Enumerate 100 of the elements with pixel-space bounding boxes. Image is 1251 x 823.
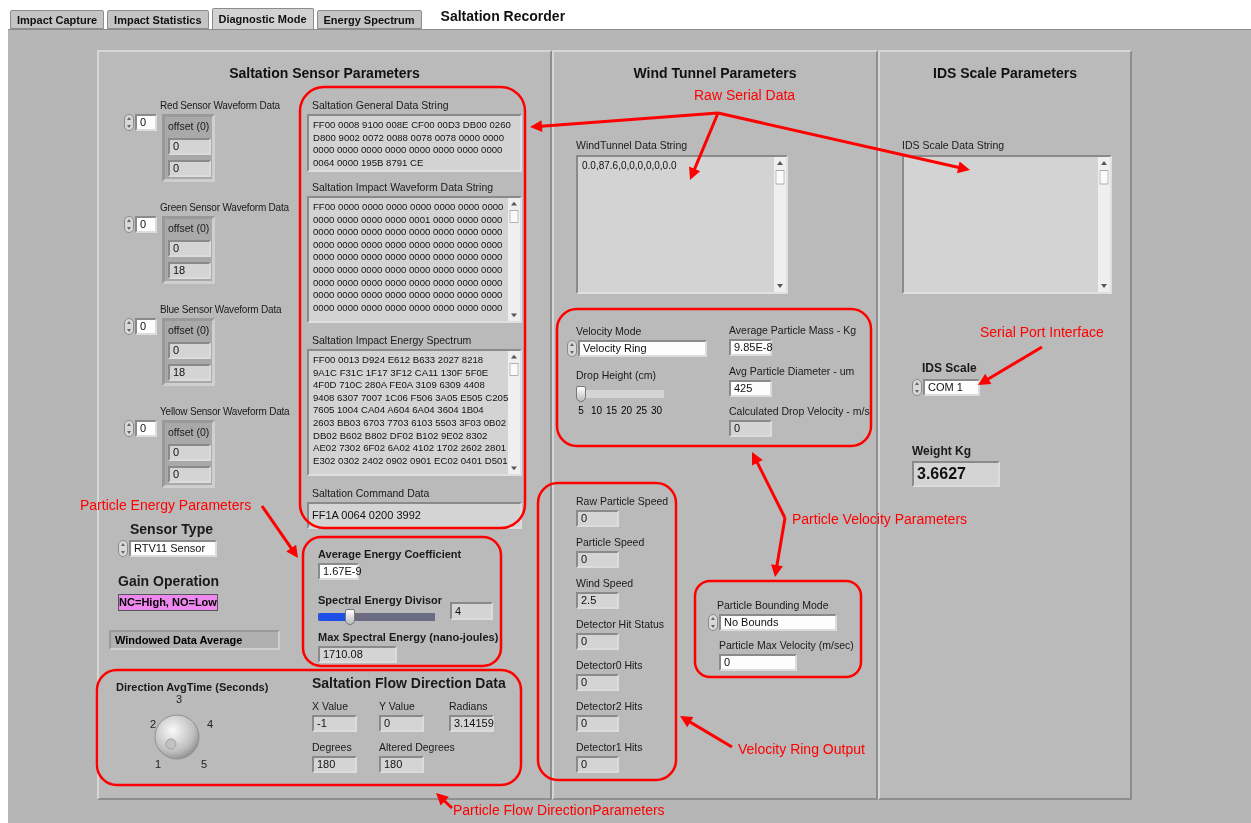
- tick-label: 5: [577, 405, 585, 416]
- spinner-arrows-icon[interactable]: [124, 318, 134, 335]
- data-line: 0.0,87.6,0,0,0,0,0,0.0: [582, 160, 678, 173]
- field-label: Drop Height (cm): [576, 368, 657, 382]
- spinner-arrows-icon[interactable]: [567, 340, 577, 357]
- field-label: Average Energy Coefficient: [318, 547, 462, 561]
- field-label: Detector0 Hits: [576, 658, 643, 672]
- value-field: 18: [168, 262, 211, 279]
- value-field: 0: [168, 240, 211, 257]
- spinner-arrows-icon[interactable]: [124, 420, 134, 437]
- field-label: IDS Scale: [921, 361, 978, 375]
- knob-tick-label: 2: [150, 718, 157, 730]
- spinner-arrows-icon[interactable]: [118, 540, 128, 557]
- knob-tick-label: 4: [207, 718, 214, 730]
- value-field[interactable]: 425: [729, 380, 772, 397]
- field-label: offset (0): [168, 323, 209, 337]
- panel-title: Wind Tunnel Parameters: [632, 64, 798, 81]
- value-field: 180: [312, 756, 357, 773]
- windowed-average-button[interactable]: Windowed Data Average: [109, 630, 280, 650]
- value-field: 3.14159: [449, 715, 494, 732]
- value-field: 0: [379, 715, 424, 732]
- field-label: Wind Speed: [576, 576, 634, 590]
- field-label: Sensor Type: [129, 522, 214, 536]
- field-label: offset (0): [168, 425, 209, 439]
- spinner-arrows-icon[interactable]: [124, 114, 134, 131]
- index-field[interactable]: 0: [135, 216, 157, 233]
- data-line: 4F0D 710C 280A FE0A 3109 6309 4408: [313, 379, 486, 392]
- value-field[interactable]: 1.67E-9: [318, 563, 359, 580]
- tab[interactable]: Diagnostic Mode: [211, 8, 314, 29]
- field-label: Direction AvgTime (Seconds): [116, 680, 269, 694]
- tick-label: 15: [606, 405, 616, 416]
- value-field: 0: [168, 160, 211, 177]
- field-label: Blue Sensor Waveform Data: [160, 303, 282, 317]
- value-field: 0: [576, 715, 619, 732]
- field-label: Average Particle Mass - Kg: [729, 323, 857, 337]
- knob-tick-label: 5: [201, 758, 208, 770]
- data-line: 0000 0000 0000 0000 0000 0000 0000 0000: [313, 144, 504, 157]
- tab[interactable]: Impact Capture: [10, 10, 105, 29]
- data-line: 0064 0000 195B 8791 CE: [313, 156, 425, 170]
- value-field: 4: [450, 602, 493, 620]
- value-field: 0: [576, 674, 619, 691]
- field-label: Yellow Sensor Waveform Data: [160, 405, 290, 419]
- field-label: Red Sensor Waveform Data: [160, 99, 280, 113]
- index-field[interactable]: 0: [135, 318, 157, 335]
- value-field: 0: [168, 138, 211, 155]
- field-label: Detector2 Hits: [576, 699, 643, 713]
- ring-selector[interactable]: Velocity Ring: [578, 340, 707, 357]
- callout-arrow: [680, 716, 733, 749]
- tick-label: 20: [621, 405, 631, 416]
- value-field[interactable]: 0: [719, 654, 797, 671]
- data-line: D800 9002 0072 0088 0078 0078 0000 0000: [313, 131, 505, 145]
- tab[interactable]: Impact Statistics: [107, 10, 209, 29]
- field-label: offset (0): [168, 221, 209, 235]
- spinner-arrows-icon[interactable]: [708, 614, 718, 631]
- field-label: Saltation Impact Waveform Data String: [311, 180, 495, 194]
- field-label: Green Sensor Waveform Data: [160, 201, 289, 215]
- value-field: 0: [168, 444, 211, 461]
- value-field[interactable]: 9.85E-8: [729, 339, 772, 356]
- data-line: AE02 7302 6F02 6A02 4102 1702 2602 2801: [313, 442, 504, 455]
- value-field: 18: [168, 364, 211, 381]
- value-field: 0: [729, 420, 772, 437]
- field-label: Particle Max Velocity (m/sec): [719, 638, 854, 652]
- panel-title: Saltation Sensor Parameters: [228, 64, 421, 81]
- value-field: FF1A 0064 0200 3992: [307, 502, 522, 529]
- field-label: Velocity Mode: [575, 324, 643, 338]
- data-line: 9A1C F31C 1F17 3F12 CA11 130F 5F0E: [313, 366, 490, 380]
- tick-label: 10: [591, 405, 601, 416]
- data-line: FF00 0000 0000 0000 0000 0000 0000 0000: [313, 201, 504, 214]
- gain-toggle-button[interactable]: NC=High, NO=Low: [118, 594, 218, 611]
- data-line: 0000 0000 0000 0000 0000 0000 0000 0000: [313, 301, 504, 315]
- index-field[interactable]: 0: [135, 114, 157, 131]
- slider-thumb[interactable]: [344, 609, 355, 625]
- value-field: 0: [168, 342, 211, 359]
- ring-selector[interactable]: No Bounds: [719, 614, 837, 631]
- field-label: Detector Hit Status: [576, 617, 665, 631]
- annotation-label: Velocity Ring Output: [738, 741, 865, 757]
- field-label: Y Value: [379, 699, 416, 713]
- knob[interactable]: [154, 714, 200, 760]
- ring-selector[interactable]: COM 1: [923, 379, 980, 396]
- weight-field: 3.6627: [912, 461, 1000, 487]
- data-line: 0000 0000 0000 0000 0000 0000 0000 0000: [313, 289, 504, 302]
- ring-selector[interactable]: RTV11 Sensor: [129, 540, 217, 557]
- field-label: offset (0): [168, 119, 209, 133]
- field-label: Saltation General Data String: [311, 98, 450, 112]
- data-line: FF00 0008 9100 008E CF00 00D3 DB00 0260: [313, 119, 512, 132]
- spinner-arrows-icon[interactable]: [912, 379, 922, 396]
- tab[interactable]: Energy Spectrum: [316, 10, 422, 29]
- value-field: 0: [168, 466, 211, 483]
- field-label: Saltation Command Data: [311, 486, 431, 500]
- field-label: Raw Particle Speed: [576, 494, 669, 508]
- field-label: Degrees: [312, 740, 353, 754]
- index-field[interactable]: 0: [135, 420, 157, 437]
- annotation-label: Particle Velocity Parameters: [792, 511, 968, 527]
- annotation-label: Raw Serial Data: [694, 87, 796, 103]
- spinner-arrows-icon[interactable]: [124, 216, 134, 233]
- slider-thumb[interactable]: [576, 386, 586, 402]
- field-label: Radians: [449, 699, 489, 713]
- knob-tick-label: 1: [155, 758, 162, 770]
- field-label: Avg Particle Diameter - um: [729, 364, 855, 378]
- value-field: 0: [576, 551, 619, 568]
